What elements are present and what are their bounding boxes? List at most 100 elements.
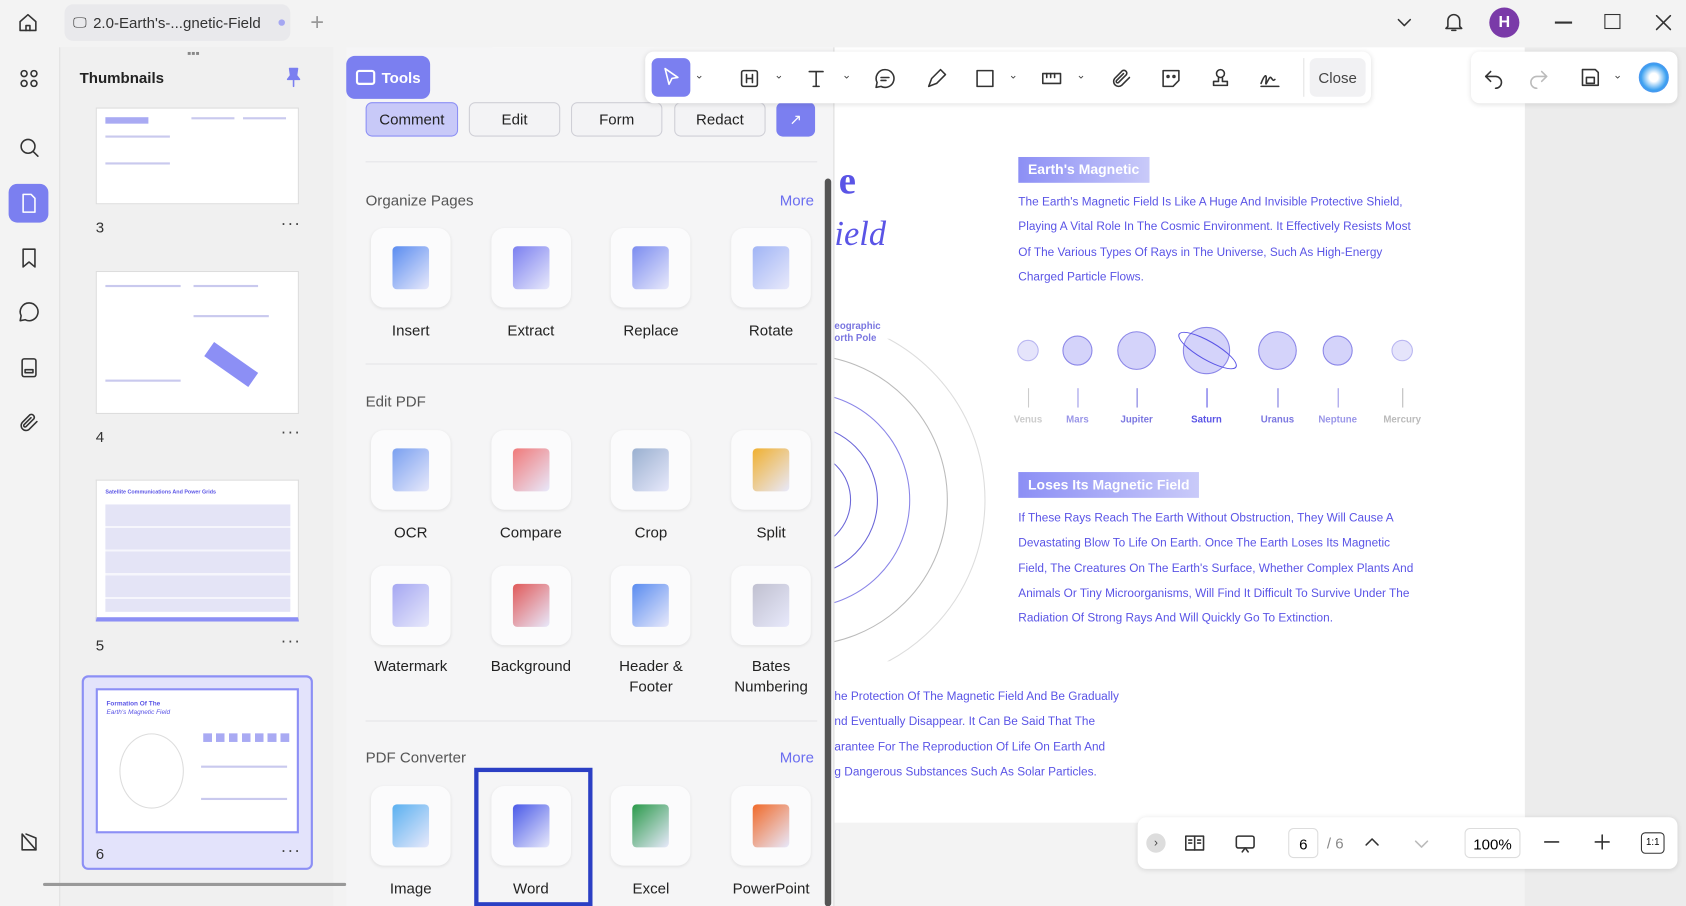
zoom-in-icon[interactable] [1589,829,1615,855]
vertical-scrollbar[interactable] [824,178,832,906]
open-external-icon[interactable]: ↗ [776,102,816,137]
pin-icon[interactable] [281,63,307,91]
watermark-icon [392,583,430,627]
note-icon[interactable] [871,65,899,93]
tool-excel-button[interactable] [611,786,691,866]
thumbnail-page-3[interactable] [95,107,299,205]
planet-label: Jupiter [1120,413,1153,425]
tool-compare-button[interactable] [491,430,571,510]
tab-edit[interactable]: Edit [468,102,561,137]
page-layout-icon[interactable] [1181,829,1209,857]
next-page-icon[interactable] [1409,831,1435,857]
tool-label: Header & Footer [619,657,683,695]
undo-icon[interactable] [1480,63,1508,91]
tool-replace-button[interactable] [611,227,691,308]
save-icon[interactable] [1576,63,1604,91]
avatar[interactable]: H [1489,7,1520,38]
page-more-button[interactable]: ··· [281,424,301,443]
attach-icon[interactable] [1108,65,1136,93]
thumbnails-page-icon[interactable] [8,183,49,223]
chevron-down-icon[interactable]: ⌄ [1076,70,1085,82]
drag-handle[interactable]: ▪▪▪ [187,47,200,60]
tool-extract-button[interactable] [491,227,571,308]
tool-ocr-button[interactable] [370,430,451,510]
thumbnail-page-4[interactable] [95,270,299,414]
chevron-down-icon[interactable]: ⌄ [842,70,851,82]
tool-powerpoint-button[interactable] [731,786,811,866]
page-more-button[interactable]: ··· [281,215,301,234]
new-tab-plus-icon[interactable]: + [305,9,329,37]
tool-split-button[interactable] [731,430,811,510]
sticker-icon[interactable] [1157,65,1185,93]
tool-word-button[interactable] [491,786,571,866]
horizontal-scrollbar[interactable] [43,882,347,887]
document-tab[interactable]: 🖵 2.0-Earth's-...gnetic-Field [64,4,291,41]
zoom-out-icon[interactable] [1539,829,1565,855]
thumbnail-page-6-selected[interactable]: Formation Of The Earth's Magnetic Field … [81,675,313,870]
apps-grid-icon[interactable] [15,65,43,93]
home-icon[interactable] [13,9,43,37]
tab-comment[interactable]: Comment [365,102,459,137]
chevron-down-icon[interactable]: ⌄ [774,70,783,82]
comment-icon[interactable] [15,298,43,326]
pen-icon[interactable] [923,65,951,93]
chevron-down-icon[interactable] [1391,9,1417,37]
chevron-down-icon[interactable]: ⌄ [695,70,704,82]
tool-label: Crop [634,523,668,541]
tool-background-button[interactable] [491,565,571,646]
chevron-down-icon[interactable]: ⌄ [1613,70,1622,82]
redo-icon[interactable] [1525,63,1553,91]
planet-jupiter [1117,331,1156,370]
rectangle-icon[interactable] [971,65,999,93]
select-cursor-icon[interactable] [651,58,691,97]
previous-page-icon[interactable] [1359,829,1385,855]
maximize-icon[interactable] [1604,13,1621,30]
tool-label: Bates Numbering [734,657,808,695]
tool-bates-button[interactable] [731,565,811,646]
tools-button[interactable]: Tools [346,55,431,99]
tools-panel: Tools Comment Edit Form Redact ↗ Organiz… [346,47,835,906]
background-icon [512,583,550,627]
tool-rotate-button[interactable] [731,227,811,308]
thumbnail-page-5[interactable]: Satellite Communications And Power Grids [95,479,299,622]
section-title: PDF Converter [365,748,466,766]
tool-header-button[interactable] [611,565,691,646]
converter-more-link[interactable]: More [780,748,814,765]
tool-image-button[interactable] [370,786,451,866]
zoom-level-input[interactable]: 100% [1464,827,1521,859]
bell-icon[interactable] [1441,8,1467,36]
minimize-icon[interactable] [1554,21,1573,24]
bookmark-icon[interactable] [15,244,43,272]
ai-assistant-icon[interactable] [1638,62,1669,93]
close-toolbar-button[interactable]: Close [1309,58,1366,97]
measure-icon[interactable] [1038,65,1066,93]
actual-size-button[interactable]: 1:1 [1640,832,1665,854]
doc-title-fragment: e [838,159,856,203]
tool-watermark-button[interactable] [370,565,451,646]
presentation-icon[interactable] [1231,829,1259,857]
search-icon[interactable] [15,133,43,161]
tab-form[interactable]: Form [570,102,663,137]
sidebar-toggle-icon[interactable] [15,828,43,856]
attachment-icon[interactable] [15,409,43,437]
organize-more-link[interactable]: More [780,191,814,208]
collapse-chevron-icon[interactable]: › [1146,833,1166,853]
page-total: / 6 [1326,834,1344,852]
page-number-input[interactable]: 6 [1288,827,1319,859]
page-more-button[interactable]: ··· [281,842,301,861]
stamp-icon[interactable] [1206,65,1234,93]
close-window-icon[interactable] [1652,9,1676,37]
signature-icon[interactable] [1254,65,1286,93]
text-icon[interactable] [802,65,830,93]
page-more-button[interactable]: ··· [281,632,301,651]
panel-title: Thumbnails [79,68,165,87]
crop-icon [632,448,670,492]
tool-insert-button[interactable] [370,227,451,308]
tab-redact[interactable]: Redact [674,102,766,137]
chevron-down-icon[interactable]: ⌄ [1009,70,1018,82]
tool-crop-button[interactable] [611,430,691,510]
form-fields-icon[interactable] [15,354,43,382]
planet-venus [1017,339,1039,362]
page-number: 4 [95,427,105,446]
highlight-icon[interactable] [736,65,764,93]
